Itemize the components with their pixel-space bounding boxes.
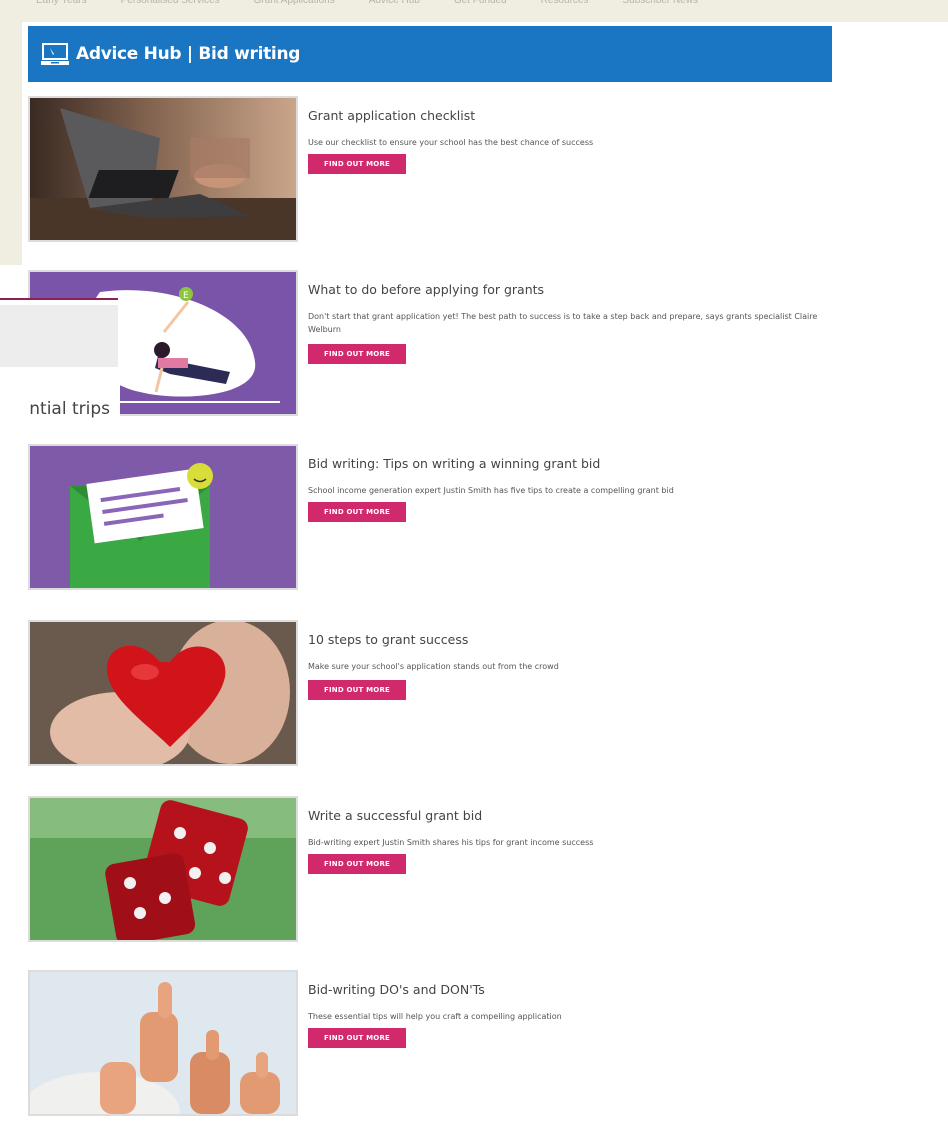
nav-item[interactable]: Get Funded	[454, 0, 507, 9]
article-title[interactable]: Bid-writing DO's and DON'Ts	[308, 982, 485, 997]
envelope-illustration	[30, 446, 296, 588]
dice-photo	[30, 798, 296, 940]
main-content: Advice Hub | Bid writing Grant applicati…	[22, 22, 948, 1131]
nav-item[interactable]: Personalised Services	[121, 0, 220, 9]
article-card: E What to do before applying for grants …	[28, 270, 828, 418]
nav-item[interactable]: Resources	[541, 0, 589, 9]
laptop-icon	[41, 43, 69, 65]
nav-item[interactable]: Grant Applications	[254, 0, 335, 9]
article-title[interactable]: What to do before applying for grants	[308, 282, 544, 297]
svg-text:E: E	[183, 291, 189, 301]
overlay-accent-line	[0, 298, 118, 300]
article-image-heart[interactable]	[28, 620, 298, 766]
heart-hands-photo	[30, 622, 296, 764]
article-description: School income generation expert Justin S…	[308, 486, 674, 495]
article-title[interactable]: Bid writing: Tips on writing a winning g…	[308, 456, 600, 471]
advice-hub-header: Advice Hub | Bid writing	[28, 26, 832, 82]
overlay-input-box[interactable]	[0, 305, 118, 367]
article-title[interactable]: Grant application checklist	[308, 108, 475, 123]
nav-item[interactable]: Subscriber News	[622, 0, 698, 9]
article-description: Use our checklist to ensure your school …	[308, 138, 594, 147]
article-description: These essential tips will help you craft…	[308, 1012, 562, 1021]
laptop-photo-illustration	[30, 98, 296, 240]
find-out-more-button[interactable]: FIND OUT MORE	[308, 680, 406, 700]
nav-item[interactable]: Early Years	[36, 0, 87, 9]
article-card: Write a successful grant bid Bid-writing…	[28, 796, 828, 944]
article-image-dice[interactable]	[28, 796, 298, 942]
article-image-thumbs[interactable]	[28, 970, 298, 1116]
find-out-more-button[interactable]: FIND OUT MORE	[308, 854, 406, 874]
find-out-more-button[interactable]: FIND OUT MORE	[308, 1028, 406, 1048]
page-title: Advice Hub | Bid writing	[76, 44, 301, 64]
find-out-more-button[interactable]: FIND OUT MORE	[308, 502, 406, 522]
article-card: Bid writing: Tips on writing a winning g…	[28, 444, 828, 592]
article-image-envelope[interactable]	[28, 444, 298, 590]
overlay-label[interactable]: ntial trips	[0, 399, 110, 419]
article-card: 10 steps to grant success Make sure your…	[28, 620, 828, 768]
article-description: Make sure your school's application stan…	[308, 662, 559, 671]
article-description: Bid-writing expert Justin Smith shares h…	[308, 838, 594, 847]
article-card: Bid-writing DO's and DON'Ts These essent…	[28, 970, 828, 1118]
article-title[interactable]: Write a successful grant bid	[308, 808, 482, 823]
article-title[interactable]: 10 steps to grant success	[308, 632, 468, 647]
find-out-more-button[interactable]: FIND OUT MORE	[308, 154, 406, 174]
article-description: Don't start that grant application yet! …	[308, 312, 818, 334]
thumbs-up-photo	[30, 972, 296, 1114]
article-image-laptop[interactable]	[28, 96, 298, 242]
page-frame-left	[0, 0, 22, 265]
find-out-more-button[interactable]: FIND OUT MORE	[308, 344, 406, 364]
nav-item[interactable]: Advice Hub	[369, 0, 420, 9]
article-card: Grant application checklist Use our chec…	[28, 96, 828, 244]
top-navigation: Early Years Personalised Services Grant …	[36, 0, 836, 14]
